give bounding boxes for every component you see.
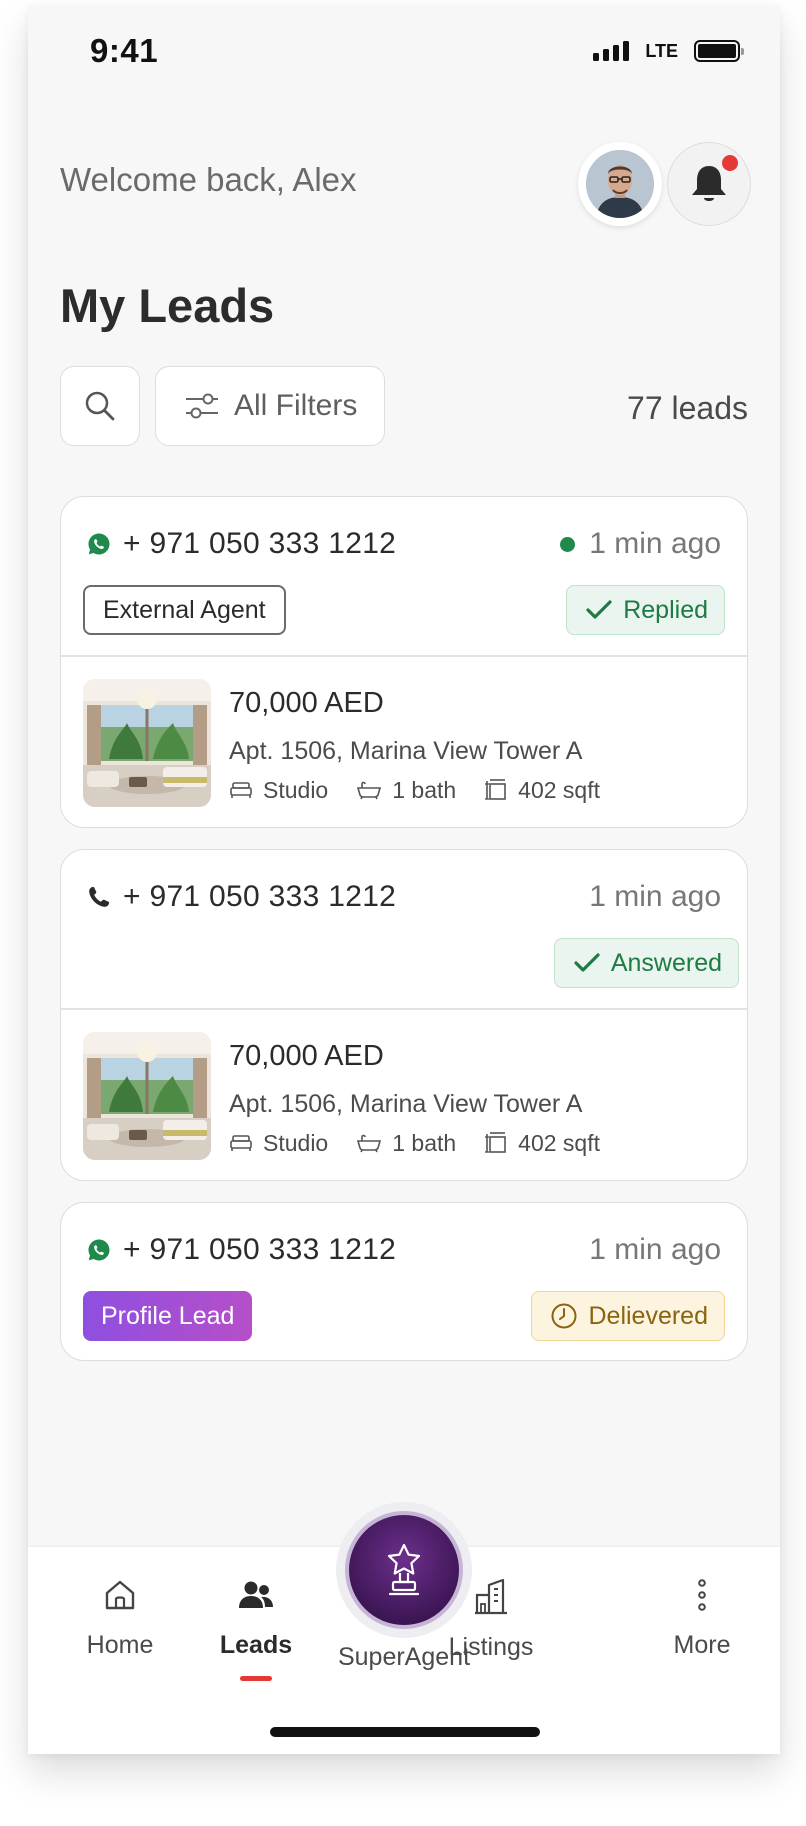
status-badge-replied: Replied (566, 585, 725, 635)
property-features: Studio 1 bath 402 sqft (229, 1130, 600, 1157)
status-indicators: LTE (593, 40, 744, 62)
network-label: LTE (645, 40, 678, 61)
nav-leads-label: Leads (219, 1631, 293, 1659)
status-badge-answered: Answered (553, 938, 739, 988)
nav-home-label: Home (86, 1631, 154, 1659)
property-size: 402 sqft (518, 1129, 601, 1156)
bed-icon (230, 782, 252, 798)
property-beds: Studio (263, 776, 329, 803)
filter-sliders-icon (186, 393, 218, 419)
lead-phone[interactable]: + 971 050 333 1212 (123, 527, 396, 561)
nav-home[interactable]: Home (70, 1577, 170, 1660)
bed-icon (230, 1135, 252, 1151)
battery-icon (694, 40, 744, 62)
active-tab-indicator (240, 1676, 272, 1681)
property-price: 70,000 AED (229, 686, 384, 719)
property-address: Apt. 1506, Marina View Tower A (229, 736, 583, 765)
lead-tag-profile-lead: Profile Lead (83, 1291, 253, 1341)
all-filters-button[interactable]: All Filters (155, 366, 385, 446)
all-filters-label: All Filters (234, 389, 358, 422)
nav-listings-label: Listings (448, 1633, 534, 1661)
status-time: 9:41 (90, 32, 159, 69)
lead-card[interactable]: + 971 050 333 1212 1 min ago Answered 70… (60, 849, 748, 1181)
property-summary[interactable]: 70,000 AED Apt. 1506, Marina View Tower … (61, 1010, 747, 1180)
trophy-icon (387, 1543, 421, 1596)
nav-leads[interactable]: Leads (206, 1577, 306, 1681)
property-features: Studio 1 bath 402 sqft (229, 777, 600, 804)
online-indicator (560, 536, 576, 552)
status-badge-delivered: Delievered (531, 1291, 725, 1341)
lead-phone[interactable]: + 971 050 333 1212 (123, 1233, 396, 1267)
property-thumbnail (83, 1031, 211, 1160)
lead-tag-external-agent: External Agent (83, 585, 286, 635)
bell-icon (692, 166, 726, 201)
lead-card[interactable]: + 971 050 333 1212 1 min ago Profile Lea… (60, 1202, 748, 1361)
avatar[interactable] (578, 142, 662, 226)
page-title: My Leads (60, 279, 275, 332)
property-beds: Studio (263, 1129, 329, 1156)
phone-screen: 9:41 LTE Welcome back, Alex My Leads All… (28, 6, 780, 1754)
nav-more-label: More (673, 1631, 731, 1659)
area-icon (485, 1132, 506, 1153)
notification-badge (722, 155, 738, 171)
home-indicator (270, 1727, 540, 1737)
whatsapp-icon (88, 533, 110, 555)
lead-time: 1 min ago (589, 527, 721, 560)
property-summary[interactable]: 70,000 AED Apt. 1506, Marina View Tower … (61, 657, 747, 827)
whatsapp-icon (88, 1239, 110, 1261)
property-baths: 1 bath (392, 776, 457, 803)
users-icon (239, 1581, 273, 1608)
property-address: Apt. 1506, Marina View Tower A (229, 1089, 583, 1118)
welcome-text: Welcome back, Alex (60, 161, 357, 198)
lead-phone[interactable]: + 971 050 333 1212 (123, 880, 396, 914)
more-vertical-icon (698, 1579, 706, 1611)
property-price: 70,000 AED (229, 1039, 384, 1072)
status-label: Answered (610, 948, 722, 977)
nav-listings[interactable]: Listings (436, 1577, 546, 1662)
search-button[interactable] (60, 366, 140, 446)
property-thumbnail (83, 678, 211, 807)
lead-time: 1 min ago (589, 880, 721, 913)
nav-more[interactable]: More (662, 1577, 742, 1660)
home-icon (105, 1580, 135, 1610)
bottom-navigation: Home Leads SuperAgent Listings More (28, 1502, 780, 1754)
lead-card[interactable]: + 971 050 333 1212 1 min ago External Ag… (60, 496, 748, 828)
check-icon (574, 953, 600, 972)
status-label: Delievered (588, 1301, 708, 1330)
building-icon (475, 1578, 507, 1615)
clock-icon (551, 1303, 577, 1329)
status-label: Replied (623, 595, 708, 624)
area-icon (485, 779, 506, 800)
lead-count: 77 leads (627, 390, 748, 426)
avatar-photo (586, 150, 654, 218)
bath-icon (357, 1134, 382, 1153)
check-icon (586, 600, 612, 619)
signal-icon (593, 41, 630, 61)
lead-time: 1 min ago (589, 1233, 721, 1266)
search-icon (85, 391, 115, 421)
property-size: 402 sqft (518, 776, 601, 803)
property-baths: 1 bath (392, 1129, 457, 1156)
notifications-button[interactable] (667, 142, 751, 226)
bath-icon (357, 781, 382, 800)
phone-icon (89, 886, 110, 907)
